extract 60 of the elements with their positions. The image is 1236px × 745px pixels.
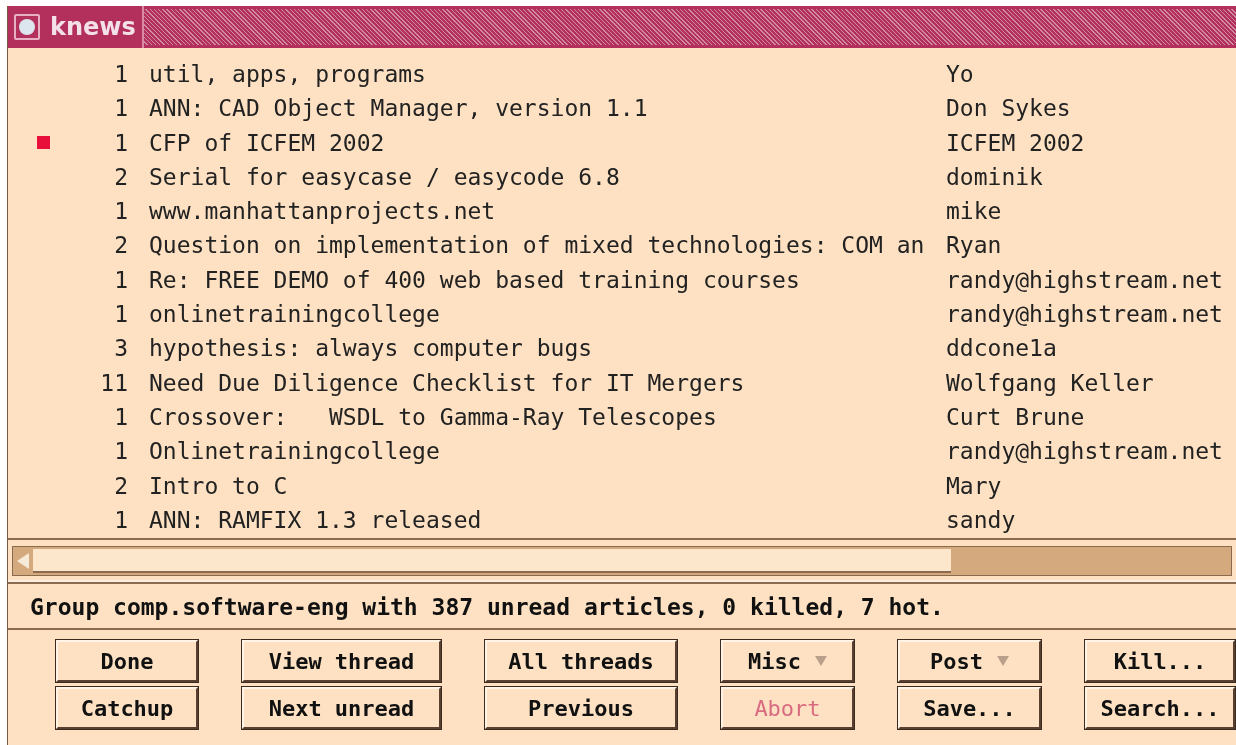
horizontal-scrollbar[interactable] <box>12 546 1232 576</box>
command-button[interactable]: All threads <box>485 640 677 682</box>
article-author: Yo <box>946 60 974 89</box>
article-author: ICFEM 2002 <box>946 128 1085 158</box>
article-author: ddcone1a <box>946 334 1057 364</box>
article-author: Wolfgang Keller <box>946 368 1154 398</box>
article-subject[interactable]: onlinetrainingcollege <box>149 301 440 328</box>
command-button[interactable]: Next unread <box>242 687 441 729</box>
scrollbar-thumb[interactable] <box>33 549 951 573</box>
article-author: Ryan <box>946 231 1002 261</box>
article-count: 1 <box>114 60 128 89</box>
article-subject[interactable]: Question on implementation of mixed technologies: COM an <box>149 232 925 259</box>
article-count: 1 <box>114 197 128 227</box>
article-count: 1 <box>114 437 128 467</box>
article-subject[interactable]: www.manhattanprojects.net <box>149 198 496 225</box>
article-author: Curt Brune <box>946 402 1085 432</box>
command-button[interactable]: Catchup <box>56 687 198 729</box>
command-button[interactable]: View thread <box>242 640 441 682</box>
article-count: 1 <box>114 505 128 535</box>
article-subject[interactable]: Re: FREE DEMO of 400 web based training courses <box>149 266 800 293</box>
command-button[interactable]: Save... <box>898 687 1041 729</box>
dropdown-triangle-icon <box>997 656 1009 666</box>
command-button[interactable]: Search... <box>1085 687 1235 729</box>
article-author: dominik <box>946 162 1043 192</box>
article-count: 1 <box>114 265 128 295</box>
article-count: 3 <box>114 334 128 364</box>
article-author: randy@highstream.net <box>946 437 1223 467</box>
article-subject[interactable]: CFP of ICFEM 2002 <box>149 129 385 156</box>
article-count: 2 <box>114 231 128 261</box>
article-author: Mary <box>946 471 1002 501</box>
article-subject[interactable]: Need Due Diligence Checklist for IT Mergers <box>149 369 745 396</box>
article-author: sandy <box>946 505 1016 535</box>
status-message: Group comp.software-eng with 387 unread articles, 0 killed, 7 hot. <box>30 593 944 623</box>
article-author: mike <box>946 197 1002 227</box>
menu-button[interactable]: Misc <box>721 640 854 682</box>
article-author: randy@highstream.net <box>946 300 1223 330</box>
article-count: 1 <box>114 128 128 158</box>
command-button[interactable]: Done <box>56 640 198 682</box>
article-subject[interactable]: ANN: CAD Object Manager, version 1.1 <box>149 95 648 122</box>
dropdown-triangle-icon <box>815 656 827 666</box>
article-count: 2 <box>114 471 128 501</box>
article-subject[interactable]: Intro to C <box>149 472 288 499</box>
article-count: 2 <box>114 162 128 192</box>
article-count: 11 <box>100 368 128 398</box>
menu-button[interactable]: Post <box>898 640 1041 682</box>
article-subject[interactable]: Crossover: WSDL to Gamma-Ray Telescopes <box>149 403 717 430</box>
command-button[interactable]: Previous <box>485 687 677 729</box>
command-button[interactable]: Kill... <box>1085 640 1235 682</box>
article-subject[interactable]: Serial for easycase / easycode 6.8 <box>149 163 620 190</box>
article-subject[interactable]: hypothesis: always computer bugs <box>149 335 593 362</box>
article-count: 1 <box>114 402 128 432</box>
article-author: randy@highstream.net <box>946 265 1223 295</box>
article-subject[interactable]: ANN: RAMFIX 1.3 released <box>149 506 482 533</box>
window-title: knews <box>50 12 136 43</box>
article-subject[interactable]: util, apps, programs <box>149 61 426 87</box>
article-count: 1 <box>114 94 128 124</box>
window-menu-icon[interactable] <box>14 14 40 40</box>
article-author: Don Sykes <box>946 94 1071 124</box>
article-subject[interactable]: Onlinetrainingcollege <box>149 438 440 465</box>
article-count: 1 <box>114 300 128 330</box>
